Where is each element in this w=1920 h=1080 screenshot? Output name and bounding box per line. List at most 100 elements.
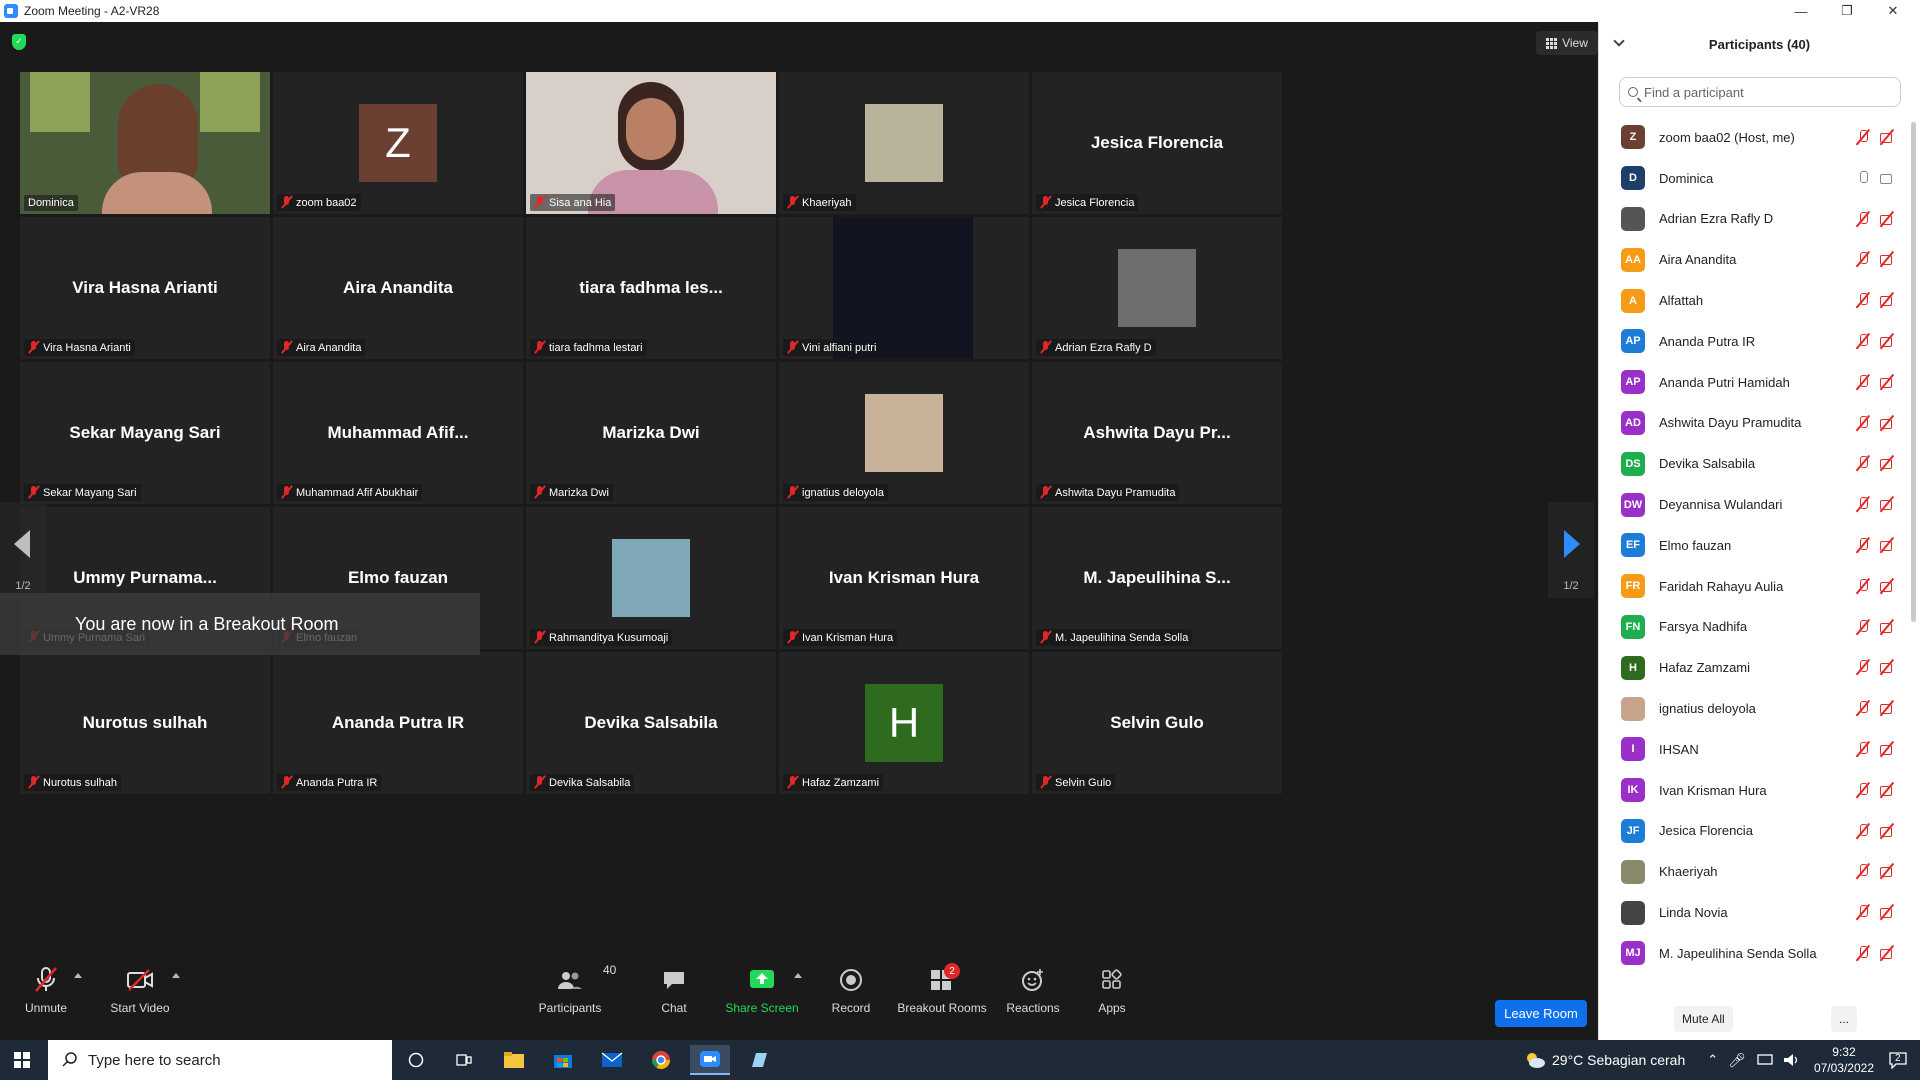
participant-name: Ananda Putri Hamidah	[1659, 374, 1790, 390]
windows-start-icon[interactable]	[14, 1052, 30, 1068]
view-button[interactable]: View	[1536, 31, 1598, 55]
video-tile[interactable]: Selvin Gulo Selvin Gulo	[1032, 652, 1282, 794]
video-tile[interactable]: Zzoom baa02	[273, 72, 523, 214]
participant-row[interactable]: AD Ashwita Dayu Pramudita	[1599, 403, 1909, 444]
video-tile[interactable]: Dominica	[20, 72, 270, 214]
record-button[interactable]: Record	[830, 965, 872, 1027]
audio-options-chevron-icon[interactable]	[74, 973, 82, 978]
notifications-icon[interactable]: 2	[1888, 1051, 1908, 1070]
clock[interactable]: 9:32 07/03/2022	[1814, 1044, 1874, 1076]
video-tile[interactable]: Muhammad Afif... Muhammad Afif Abukhair	[273, 362, 523, 504]
participant-name: Linda Novia	[1659, 905, 1728, 921]
video-tile[interactable]: Nurotus sulhah Nurotus sulhah	[20, 652, 270, 794]
zoom-taskbar-icon[interactable]	[690, 1045, 730, 1075]
video-tile[interactable]: Devika Salsabila Devika Salsabila	[526, 652, 776, 794]
participant-row[interactable]: FN Farsya Nadhifa	[1599, 607, 1909, 648]
task-view-icon[interactable]	[444, 1045, 484, 1075]
participant-row[interactable]: Zzoom baa02 (Host, me)	[1599, 117, 1909, 158]
close-icon[interactable]: ✕	[1870, 0, 1916, 22]
leave-room-button[interactable]: Leave Room	[1495, 1000, 1587, 1027]
chrome-icon[interactable]	[641, 1045, 681, 1075]
participant-name: Devika Salsabila	[1659, 456, 1756, 472]
video-tile[interactable]: Marizka Dwi Marizka Dwi	[526, 362, 776, 504]
participant-row[interactable]: JF Jesica Florencia	[1599, 811, 1909, 852]
participant-row[interactable]: Khaeriyah	[1599, 851, 1909, 892]
participant-row[interactable]: FR Faridah Rahayu Aulia	[1599, 566, 1909, 607]
share-screen-button[interactable]: Share Screen	[725, 965, 799, 1027]
chat-button[interactable]: Chat	[656, 965, 692, 1027]
participant-row[interactable]: I IHSAN	[1599, 729, 1909, 770]
video-tile[interactable]: M. Japeulihina S... M. Japeulihina Senda …	[1032, 507, 1282, 649]
participant-row[interactable]: DW Deyannisa Wulandari	[1599, 484, 1909, 525]
video-tile[interactable]: Rahmanditya Kusumoaji	[526, 507, 776, 649]
tile-display-name: Vira Hasna Arianti	[72, 278, 218, 297]
video-tile[interactable]: H Hafaz Zamzami	[779, 652, 1029, 794]
share-options-chevron-icon[interactable]	[794, 973, 802, 978]
video-tile[interactable]: Ashwita Dayu Pr... Ashwita Dayu Pramudita	[1032, 362, 1282, 504]
search-icon	[62, 1052, 77, 1067]
cortana-icon[interactable]	[396, 1045, 436, 1075]
participant-row[interactable]: A Alfattah	[1599, 280, 1909, 321]
video-tile[interactable]: Sisa ana Hia	[526, 72, 776, 214]
tile-name-label: Selvin Gulo	[1055, 776, 1112, 789]
minimize-icon[interactable]: —	[1778, 0, 1824, 22]
participant-row[interactable]: Adrian Ezra Rafly D	[1599, 199, 1909, 240]
tile-display-name: Aira Anandita	[343, 278, 453, 297]
apps-button[interactable]: Apps	[1096, 965, 1128, 1027]
previous-page-button[interactable]: 1/2	[0, 502, 46, 598]
microphone-muted-icon	[1040, 196, 1051, 209]
video-tile[interactable]: Khaeriyah	[779, 72, 1029, 214]
video-tile[interactable]: Jesica Florencia Jesica Florencia	[1032, 72, 1282, 214]
find-participant-input[interactable]: Find a participant	[1619, 77, 1901, 107]
taskbar-search-box[interactable]: Type here to search	[48, 1040, 392, 1080]
network-icon[interactable]	[1756, 1053, 1774, 1067]
chevron-up-icon[interactable]: ⌃	[1707, 1052, 1718, 1068]
video-tile[interactable]: Aira Anandita Aira Anandita	[273, 217, 523, 359]
video-tile[interactable]: tiara fadhma les... tiara fadhma lestari	[526, 217, 776, 359]
participants-button[interactable]: 40 Participants	[538, 963, 617, 1027]
unmute-button[interactable]: Unmute	[22, 965, 70, 1027]
tile-display-name: Ashwita Dayu Pr...	[1083, 423, 1231, 442]
start-video-button[interactable]: Start Video	[108, 965, 172, 1027]
more-options-button[interactable]: ...	[1831, 1006, 1857, 1032]
microsoft-store-icon[interactable]	[543, 1045, 583, 1075]
participant-row[interactable]: D Dominica	[1599, 158, 1909, 199]
collapse-chevron-icon[interactable]	[1613, 35, 1625, 47]
security-shield-icon[interactable]: ✓	[12, 34, 26, 50]
participant-row[interactable]: AP Ananda Putra IR	[1599, 321, 1909, 362]
participant-list-scrollbar[interactable]	[1911, 122, 1916, 622]
participant-row[interactable]: H Hafaz Zamzami	[1599, 647, 1909, 688]
participant-row[interactable]: DS Devika Salsabila	[1599, 443, 1909, 484]
microphone-muted-icon	[1040, 631, 1051, 644]
participant-row[interactable]: IK Ivan Krisman Hura	[1599, 770, 1909, 811]
notepad-icon[interactable]	[739, 1045, 779, 1075]
weather-text[interactable]: 29°C Sebagian cerah	[1552, 1052, 1685, 1068]
microphone-tray-icon[interactable]: 🎤︎	[1728, 1052, 1746, 1069]
video-options-chevron-icon[interactable]	[172, 973, 180, 978]
mute-all-button[interactable]: Mute All	[1674, 1006, 1733, 1032]
participant-row[interactable]: AA Aira Anandita	[1599, 239, 1909, 280]
video-tile[interactable]: Sekar Mayang Sari Sekar Mayang Sari	[20, 362, 270, 504]
video-tile[interactable]: Ivan Krisman Hura Ivan Krisman Hura	[779, 507, 1029, 649]
participant-name: Hafaz Zamzami	[1659, 660, 1751, 676]
tile-nameplate: tiara fadhma lestari	[530, 339, 647, 356]
video-tile[interactable]: Vira Hasna Arianti Vira Hasna Arianti	[20, 217, 270, 359]
video-tile[interactable]: Vini alfiani putri	[779, 217, 1029, 359]
video-tile[interactable]: Adrian Ezra Rafly D	[1032, 217, 1282, 359]
next-page-button[interactable]: 1/2	[1548, 502, 1594, 598]
file-explorer-icon[interactable]	[494, 1045, 534, 1075]
participant-row[interactable]: AP Ananda Putri Hamidah	[1599, 362, 1909, 403]
breakout-room-toast: You are now in a Breakout Room	[0, 593, 480, 655]
participant-row[interactable]: Linda Novia	[1599, 892, 1909, 933]
participant-row[interactable]: MJ M. Japeulihina Senda Solla	[1599, 933, 1909, 974]
participant-row[interactable]: ignatius deloyola	[1599, 688, 1909, 729]
mail-icon[interactable]	[592, 1045, 632, 1075]
video-tile[interactable]: ignatius deloyola	[779, 362, 1029, 504]
maximize-icon[interactable]: ❐	[1824, 0, 1870, 22]
participant-row[interactable]: EF Elmo fauzan	[1599, 525, 1909, 566]
reactions-button[interactable]: Reactions	[1005, 965, 1061, 1027]
video-tile[interactable]: Ananda Putra IR Ananda Putra IR	[273, 652, 523, 794]
volume-icon[interactable]	[1782, 1053, 1800, 1067]
participant-list: Zzoom baa02 (Host, me) D Dominica Adrian Ez…	[1599, 117, 1909, 1007]
breakout-rooms-button[interactable]: 2 Breakout Rooms	[897, 963, 987, 1027]
